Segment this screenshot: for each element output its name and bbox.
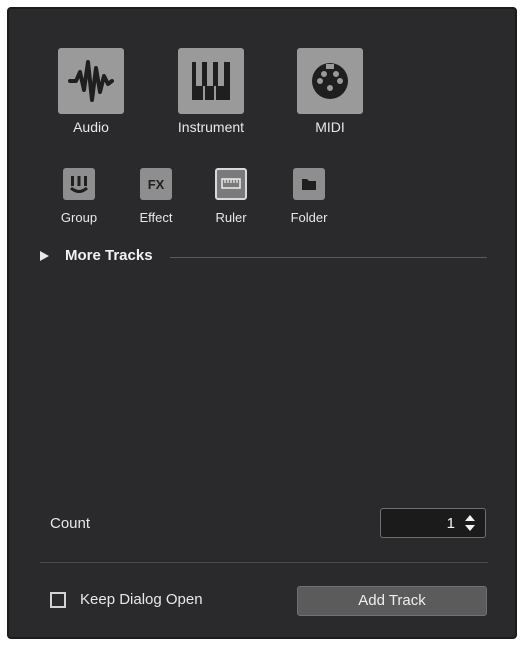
keep-open-checkbox[interactable]: [50, 592, 66, 608]
folder-label: Folder: [290, 210, 328, 225]
ruler-icon: [221, 178, 241, 189]
waveform-icon: [68, 60, 114, 102]
more-tracks-label: More Tracks: [65, 247, 153, 264]
effect-track-button[interactable]: FX: [140, 168, 172, 200]
count-label: Count: [50, 515, 91, 532]
keep-open-label[interactable]: Keep Dialog Open: [80, 591, 203, 608]
group-icon: [70, 176, 88, 193]
midi-label: MIDI: [315, 119, 345, 135]
fx-icon-text: FX: [148, 177, 165, 192]
more-tracks-section[interactable]: More Tracks: [40, 246, 488, 268]
instrument-track-button[interactable]: [178, 48, 244, 114]
ruler-label: Ruler: [215, 210, 247, 225]
audio-label: Audio: [73, 119, 109, 135]
folder-track-button[interactable]: [293, 168, 325, 200]
folder-icon: [302, 179, 316, 190]
group-track-button[interactable]: [63, 168, 95, 200]
count-stepper[interactable]: 1: [380, 508, 486, 538]
fx-icon: FX: [148, 177, 165, 192]
effect-label: Effect: [139, 210, 173, 225]
footer-divider: [40, 562, 488, 563]
spin-arrows-icon[interactable]: [464, 514, 476, 532]
midi-din-icon: [312, 63, 348, 99]
instrument-label: Instrument: [177, 119, 245, 135]
expand-triangle-icon[interactable]: [40, 251, 49, 261]
audio-track-button[interactable]: [58, 48, 124, 114]
section-divider: [170, 257, 487, 258]
piano-keys-icon: [192, 62, 230, 100]
ruler-track-button[interactable]: [215, 168, 247, 200]
midi-track-button[interactable]: [297, 48, 363, 114]
add-track-button[interactable]: Add Track: [297, 586, 487, 616]
group-label: Group: [60, 210, 98, 225]
count-value[interactable]: 1: [447, 515, 455, 532]
